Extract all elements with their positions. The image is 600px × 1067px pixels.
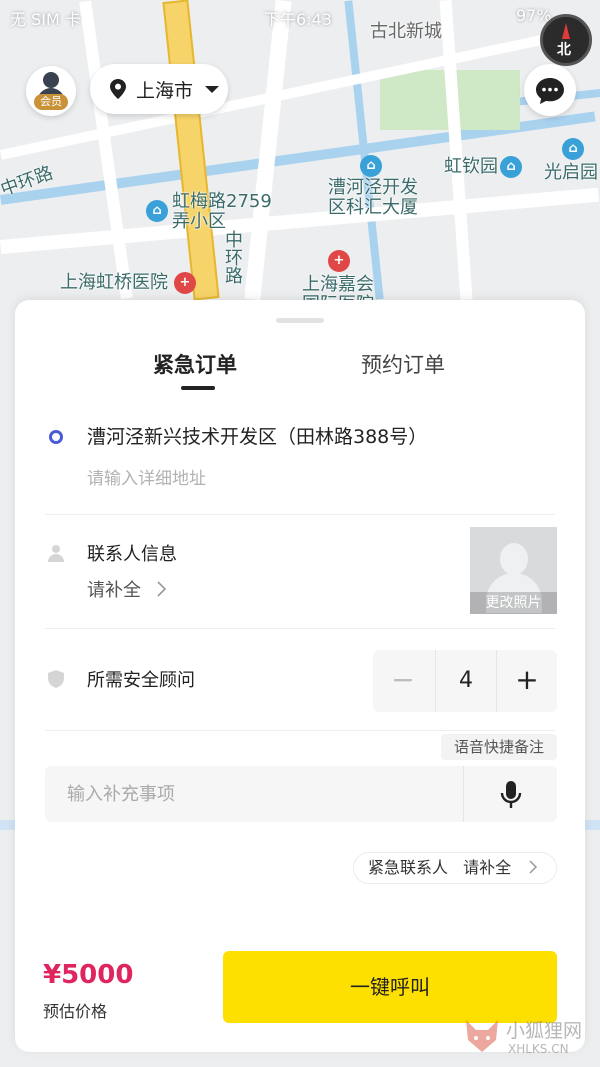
watermark-logo: 小狐狸网 XHLKS.CN xyxy=(462,1012,592,1062)
estimated-price: ¥5000 xyxy=(43,960,134,990)
divider xyxy=(45,514,555,515)
status-bar: 无 SIM 卡 下午6:43 97% xyxy=(0,0,600,32)
notes-input[interactable] xyxy=(45,766,463,822)
contact-complete-text: 请补全 xyxy=(87,580,141,601)
microphone-button[interactable] xyxy=(463,766,557,822)
voice-quick-note-button[interactable]: 语音快捷备注 xyxy=(441,734,557,760)
emergency-contact-label: 紧急联系人 xyxy=(368,858,449,877)
map-label: 上海虹桥医院 xyxy=(60,272,168,293)
message-button[interactable] xyxy=(524,64,576,116)
map-poi-icon: ⌂ xyxy=(360,155,382,177)
contact-photo[interactable]: 更改照片 xyxy=(470,527,557,614)
map-road xyxy=(439,0,473,301)
tab-scheduled-order[interactable]: 预约订单 xyxy=(361,350,445,380)
notes-field xyxy=(45,766,557,822)
shield-icon xyxy=(48,670,64,688)
city-selector-button[interactable]: 上海市 xyxy=(90,64,228,114)
user-icon xyxy=(43,72,59,88)
chevron-right-icon xyxy=(529,860,538,874)
watermark-text: 小狐狸网 xyxy=(506,1020,583,1042)
map-label: 漕河泾开发区科汇大厦 xyxy=(328,177,418,218)
map-label: 中环路 xyxy=(222,230,243,284)
map-poi-icon: ⌂ xyxy=(562,138,584,160)
decrement-button[interactable]: − xyxy=(373,650,433,712)
change-photo-label: 更改照片 xyxy=(470,592,557,614)
advisor-count-stepper: − 4 + xyxy=(373,650,557,712)
divider xyxy=(45,730,555,731)
hospital-icon: + xyxy=(174,272,196,294)
chat-bubble-icon xyxy=(536,78,564,104)
vip-badge: 会员 xyxy=(34,94,68,110)
map-label: 光启园 xyxy=(544,162,598,183)
map-highway xyxy=(162,0,220,301)
active-tab-indicator xyxy=(181,386,215,390)
photo-placeholder-icon xyxy=(500,543,528,575)
tab-urgent-order[interactable]: 紧急订单 xyxy=(153,350,237,380)
chevron-right-icon xyxy=(157,581,167,597)
microphone-icon xyxy=(500,781,522,808)
sheet-drag-handle[interactable] xyxy=(276,318,324,323)
map-label: 虹梅路2759弄小区 xyxy=(172,191,272,232)
contact-info-label: 联系人信息 xyxy=(87,544,177,565)
member-avatar-button[interactable]: 会员 xyxy=(26,66,76,116)
order-sheet: 紧急订单 预约订单 漕河泾新兴技术开发区（田林路388号） 请输入详细地址 联系… xyxy=(15,300,585,1052)
map-poi-icon: ⌂ xyxy=(146,200,168,222)
city-name: 上海市 xyxy=(136,79,194,102)
location-pin-icon xyxy=(110,79,126,99)
map-road xyxy=(244,0,292,301)
map-poi-icon: ⌂ xyxy=(500,156,522,178)
fox-logo-icon xyxy=(466,1020,498,1052)
address-detail-input[interactable]: 请输入详细地址 xyxy=(87,464,206,489)
compass-north-label: 北 xyxy=(557,42,571,58)
status-time: 下午6:43 xyxy=(264,10,332,29)
hospital-icon: + xyxy=(328,250,350,272)
estimated-price-label: 预估价格 xyxy=(43,1002,108,1021)
map-road xyxy=(79,0,133,300)
address-dot-icon xyxy=(49,430,63,444)
person-icon xyxy=(48,545,64,562)
contact-complete-link[interactable]: 请补全 xyxy=(87,576,167,602)
emergency-contact-button[interactable]: 紧急联系人 请补全 xyxy=(353,852,557,884)
compass-icon[interactable]: 北 xyxy=(540,14,592,66)
map-road xyxy=(0,187,599,254)
map-label: 虹钦园 xyxy=(444,156,498,177)
advisor-count-value: 4 xyxy=(435,650,497,712)
divider xyxy=(45,628,555,629)
increment-button[interactable]: + xyxy=(497,650,557,712)
watermark-subtext: XHLKS.CN xyxy=(508,1042,569,1056)
advisor-label: 所需安全顾问 xyxy=(87,670,195,691)
carrier-text: 无 SIM 卡 xyxy=(10,10,81,29)
emergency-contact-action: 请补全 xyxy=(463,858,512,877)
chevron-down-icon xyxy=(205,86,220,93)
address-main[interactable]: 漕河泾新兴技术开发区（田林路388号） xyxy=(87,422,427,449)
